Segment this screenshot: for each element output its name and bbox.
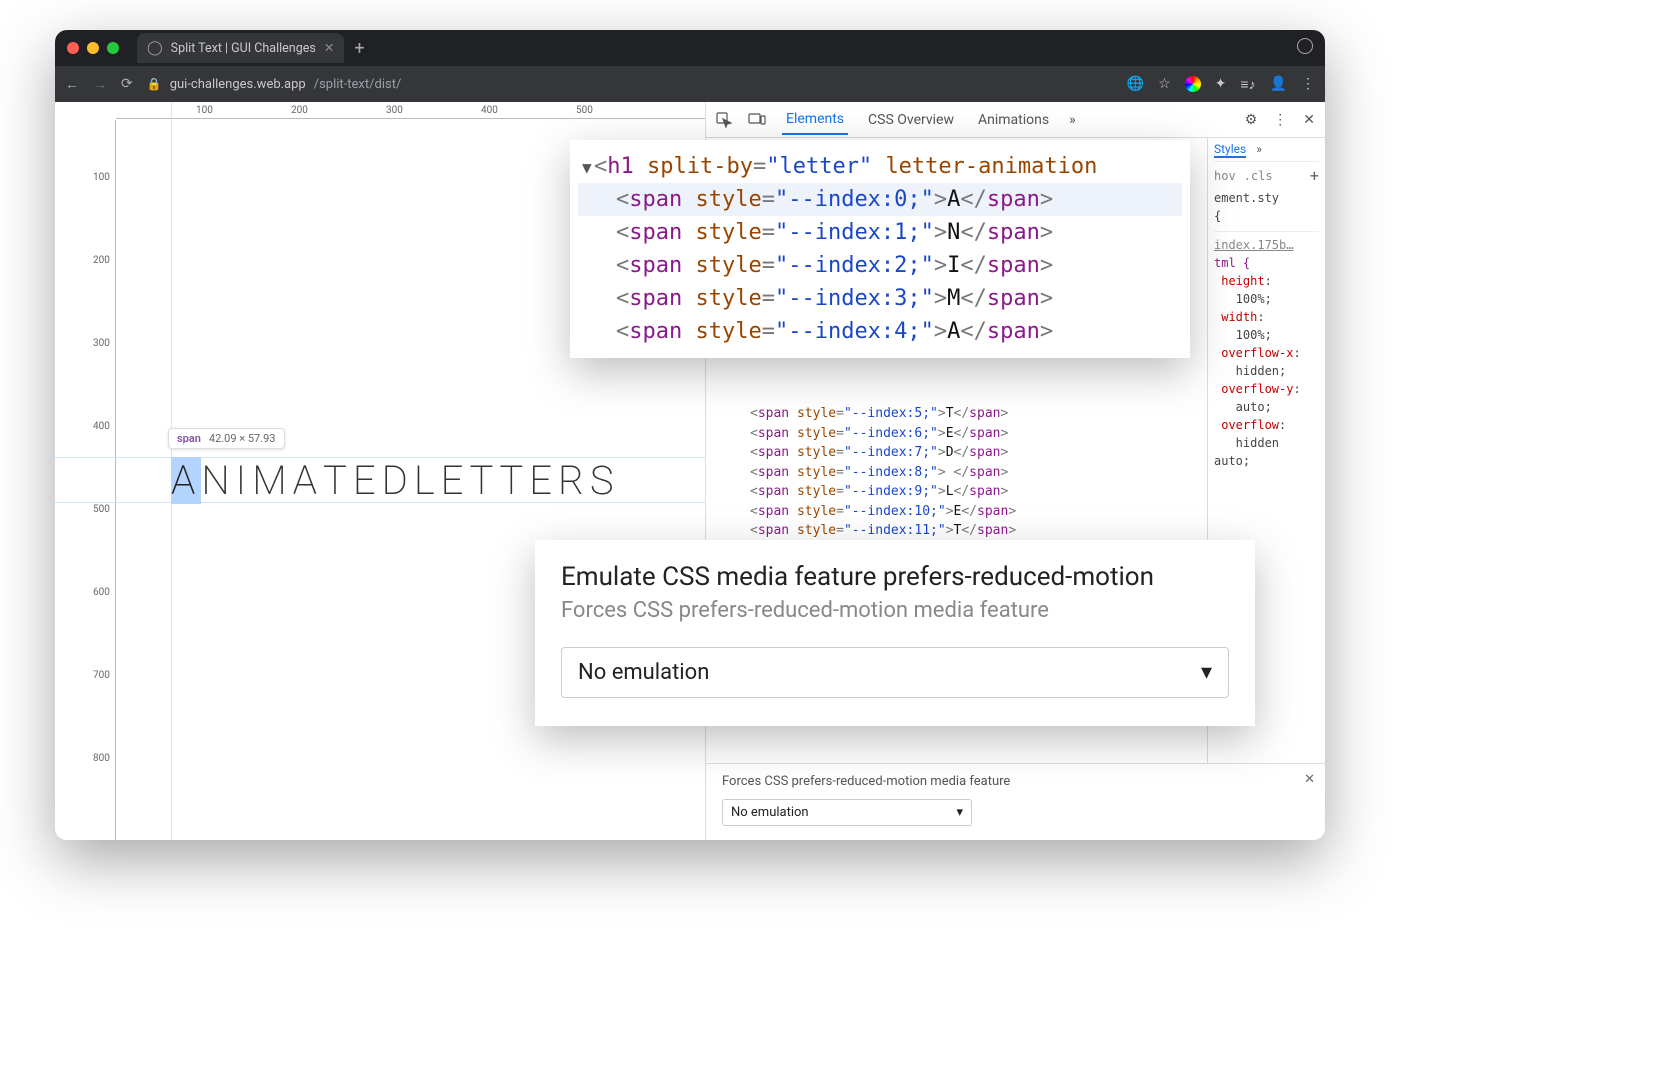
heading-letter: E bbox=[529, 457, 558, 504]
heading-letter: R bbox=[558, 457, 590, 504]
dom-node[interactable]: <span style="--index:4;">A</span> bbox=[578, 315, 1182, 348]
settings-icon[interactable]: ⚙ bbox=[1245, 112, 1258, 128]
tab-strip: ◯ Split Text | GUI Challenges ✕ + bbox=[137, 33, 1297, 63]
chevron-down-icon: ▾ bbox=[1201, 660, 1212, 685]
forward-button[interactable]: → bbox=[93, 76, 107, 93]
dom-node[interactable]: <span style="--index:11;">T</span> bbox=[712, 521, 1207, 541]
styles-tab[interactable]: Styles bbox=[1214, 142, 1246, 158]
style-declaration[interactable]: overflow-x: hidden; bbox=[1214, 344, 1319, 380]
ruler-vertical: 100 200 300 400 500 600 700 800 bbox=[55, 120, 116, 840]
heading-letter: A bbox=[171, 457, 201, 504]
color-picker-icon[interactable] bbox=[1185, 76, 1201, 92]
heading-letter: N bbox=[201, 457, 235, 504]
translate-icon[interactable]: 🌐 bbox=[1127, 76, 1144, 92]
tab-elements[interactable]: Elements bbox=[782, 105, 848, 135]
toolbar-icons: 🌐 ☆ ✦ ≡♪ 👤 ⋮ bbox=[1127, 76, 1315, 93]
close-window-icon[interactable] bbox=[67, 42, 79, 54]
tab-title: Split Text | GUI Challenges bbox=[171, 41, 316, 56]
heading-letter: T bbox=[323, 457, 353, 504]
more-tabs-icon[interactable]: » bbox=[1069, 112, 1076, 128]
source-link[interactable]: index.175b… bbox=[1214, 238, 1293, 252]
cls-toggle[interactable]: .cls bbox=[1244, 169, 1273, 183]
dom-node[interactable]: <span style="--index:1;">N</span> bbox=[578, 216, 1182, 249]
dom-node[interactable]: <span style="--index:7;">D</span> bbox=[712, 443, 1207, 463]
back-button[interactable]: ← bbox=[65, 76, 79, 93]
heading-letter: T bbox=[469, 457, 499, 504]
dom-node[interactable]: <span style="--index:2;">I</span> bbox=[578, 249, 1182, 282]
heading-letter: A bbox=[293, 457, 323, 504]
device-toggle-icon[interactable] bbox=[748, 113, 766, 127]
address-bar[interactable]: 🔒 gui-challenges.web.app/split-text/dist… bbox=[147, 77, 1113, 92]
profile-icon[interactable]: 👤 bbox=[1270, 76, 1287, 92]
heading-letter: D bbox=[382, 457, 414, 504]
heading-letter: E bbox=[441, 457, 470, 504]
minimize-window-icon[interactable] bbox=[87, 42, 99, 54]
reload-button[interactable]: ⟳ bbox=[121, 76, 133, 92]
style-declaration[interactable]: width: 100%; bbox=[1214, 308, 1319, 344]
kebab-icon[interactable]: ⋮ bbox=[1273, 112, 1287, 128]
dom-node[interactable]: <span style="--index:6;">E</span> bbox=[712, 424, 1207, 444]
traffic-lights bbox=[67, 42, 119, 54]
inspect-icon[interactable] bbox=[716, 112, 732, 128]
lock-icon: 🔒 bbox=[147, 77, 162, 91]
rendering-subtitle-small: Forces CSS prefers-reduced-motion media … bbox=[722, 774, 1309, 789]
style-declaration[interactable]: height: 100%; bbox=[1214, 272, 1319, 308]
heading-letter: S bbox=[590, 457, 620, 504]
heading-letter: E bbox=[353, 457, 382, 504]
heading-letter: T bbox=[499, 457, 529, 504]
add-rule-icon[interactable]: + bbox=[1310, 166, 1319, 185]
rendering-panel: ✕ Forces CSS prefers-reduced-motion medi… bbox=[706, 763, 1325, 840]
emulation-select-small[interactable]: No emulation ▾ bbox=[722, 799, 972, 826]
toolbar: ← → ⟳ 🔒 gui-challenges.web.app/split-tex… bbox=[55, 66, 1325, 102]
dom-node[interactable]: ▼<h1 split-by="letter" letter-animation bbox=[578, 150, 1182, 183]
page-heading: ANIMATED LETTERS bbox=[171, 457, 620, 504]
rendering-title: Emulate CSS media feature prefers-reduce… bbox=[561, 562, 1229, 592]
account-icon[interactable] bbox=[1297, 38, 1313, 58]
dom-node[interactable]: <span style="--index:3;">M</span> bbox=[578, 282, 1182, 315]
menu-icon[interactable]: ⋮ bbox=[1301, 76, 1315, 92]
star-icon[interactable]: ☆ bbox=[1158, 76, 1171, 92]
heading-letter: M bbox=[252, 457, 292, 504]
dom-node[interactable]: <span style="--index:8;"> </span> bbox=[712, 463, 1207, 483]
close-panel-icon[interactable]: ✕ bbox=[1304, 772, 1315, 787]
style-declaration[interactable]: overflow: hidden auto; bbox=[1214, 416, 1319, 470]
tooltip-tag: span bbox=[177, 432, 201, 445]
new-tab-button[interactable]: + bbox=[354, 38, 364, 59]
tab-css-overview[interactable]: CSS Overview bbox=[864, 106, 958, 134]
close-tab-icon[interactable]: ✕ bbox=[324, 40, 334, 56]
zoom-dom-overlay: ▼<h1 split-by="letter" letter-animation<… bbox=[570, 140, 1190, 358]
dom-node[interactable]: <span style="--index:10;">E</span> bbox=[712, 502, 1207, 522]
extensions-icon[interactable]: ✦ bbox=[1215, 76, 1227, 92]
maximize-window-icon[interactable] bbox=[107, 42, 119, 54]
url-host: gui-challenges.web.app bbox=[170, 77, 306, 92]
tab-animations[interactable]: Animations bbox=[974, 106, 1053, 134]
media-icon[interactable]: ≡♪ bbox=[1240, 76, 1255, 93]
tooltip-dimensions: 42.09 × 57.93 bbox=[209, 432, 276, 445]
element-tooltip: span 42.09 × 57.93 bbox=[168, 428, 285, 449]
heading-letter: L bbox=[414, 457, 441, 504]
url-path: /split-text/dist/ bbox=[314, 77, 402, 92]
dom-node[interactable]: <span style="--index:9;">L</span> bbox=[712, 482, 1207, 502]
hov-toggle[interactable]: hov bbox=[1214, 169, 1236, 183]
close-devtools-icon[interactable]: ✕ bbox=[1303, 112, 1315, 128]
ruler-horizontal: 100 200 300 400 500 bbox=[116, 102, 705, 120]
dom-node[interactable]: <span style="--index:0;">A</span> bbox=[578, 183, 1182, 216]
chevron-down-icon: ▾ bbox=[956, 805, 963, 820]
emulation-select[interactable]: No emulation ▾ bbox=[561, 647, 1229, 698]
dom-node[interactable]: <span style="--index:5;">T</span> bbox=[712, 404, 1207, 424]
rendering-subtitle: Forces CSS prefers-reduced-motion media … bbox=[561, 598, 1229, 623]
devtools-header: Elements CSS Overview Animations » ⚙ ⋮ ✕ bbox=[706, 102, 1325, 138]
browser-tab[interactable]: ◯ Split Text | GUI Challenges ✕ bbox=[137, 33, 344, 63]
title-bar: ◯ Split Text | GUI Challenges ✕ + bbox=[55, 30, 1325, 66]
style-declaration[interactable]: overflow-y: auto; bbox=[1214, 380, 1319, 416]
more-styles-tabs-icon[interactable]: » bbox=[1256, 142, 1262, 158]
heading-letter: I bbox=[236, 457, 253, 504]
rendering-card: Emulate CSS media feature prefers-reduce… bbox=[535, 540, 1255, 726]
globe-icon: ◯ bbox=[147, 40, 163, 56]
